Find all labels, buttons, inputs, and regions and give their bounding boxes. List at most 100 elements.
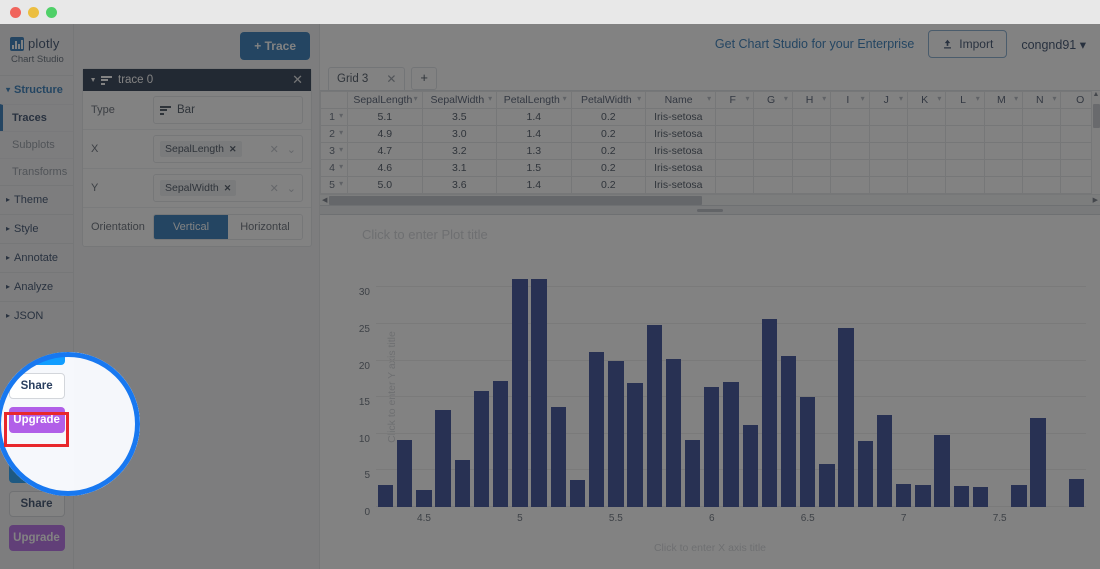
y-chip[interactable]: SepalWidth ✕ bbox=[160, 180, 237, 196]
cell-j[interactable] bbox=[868, 108, 908, 126]
cell-k[interactable] bbox=[906, 125, 947, 143]
cell-petallength[interactable]: 1.5 bbox=[496, 159, 572, 177]
cell-g[interactable] bbox=[753, 142, 793, 160]
orientation-option-horizontal[interactable]: Horizontal bbox=[228, 215, 302, 239]
chart-bar[interactable] bbox=[934, 435, 950, 507]
caret-down-icon[interactable]: ▾ bbox=[414, 94, 418, 103]
chevron-down-icon[interactable]: ▸ bbox=[89, 78, 98, 82]
col-header-j[interactable]: J ▾ bbox=[868, 91, 908, 109]
sidebar-item-transforms[interactable]: Transforms bbox=[0, 158, 73, 185]
cell-sepallength[interactable]: 5.0 bbox=[347, 176, 423, 194]
chart-bar[interactable] bbox=[972, 486, 989, 507]
grid-horizontal-scrollbar[interactable]: ◀ ▶ bbox=[320, 194, 1100, 205]
col-header-g[interactable]: G ▾ bbox=[753, 91, 793, 109]
chevron-down-icon[interactable]: ⌄ bbox=[287, 143, 296, 156]
cell-k[interactable] bbox=[906, 108, 947, 126]
cell-l[interactable] bbox=[945, 142, 985, 160]
cell-i[interactable] bbox=[830, 108, 870, 126]
chart-bar[interactable] bbox=[780, 356, 797, 507]
caret-down-icon[interactable]: ▾ bbox=[339, 179, 343, 188]
close-icon[interactable]: ✕ bbox=[386, 72, 396, 86]
scroll-left-icon[interactable]: ◀ bbox=[320, 196, 329, 204]
cell-f[interactable] bbox=[715, 159, 755, 177]
chart-bar[interactable] bbox=[1030, 417, 1046, 507]
caret-down-icon[interactable]: ▾ bbox=[861, 94, 865, 103]
row-index[interactable]: 4 ▾ bbox=[319, 159, 349, 177]
chart-bar[interactable] bbox=[435, 410, 451, 507]
chart-bar[interactable] bbox=[896, 483, 912, 507]
sidebar-item-annotate[interactable]: ▸ Annotate bbox=[0, 244, 73, 272]
cell-sepalwidth[interactable]: 3.5 bbox=[421, 108, 498, 126]
row-index[interactable]: 1 ▾ bbox=[319, 108, 349, 126]
chart-bar[interactable] bbox=[819, 463, 835, 507]
cell-n[interactable] bbox=[1022, 125, 1062, 143]
add-trace-button[interactable]: + Trace bbox=[240, 32, 310, 60]
col-header-k[interactable]: K ▾ bbox=[906, 91, 947, 109]
col-header-l[interactable]: L ▾ bbox=[945, 91, 985, 109]
cell-k[interactable] bbox=[906, 176, 947, 194]
cell-petallength[interactable]: 1.3 bbox=[496, 142, 572, 160]
cell-h[interactable] bbox=[791, 176, 832, 194]
chart-bar[interactable] bbox=[627, 383, 643, 507]
type-select[interactable]: Bar bbox=[153, 96, 303, 124]
chart-bar[interactable] bbox=[531, 278, 547, 507]
cell-sepallength[interactable]: 4.6 bbox=[347, 159, 423, 177]
cell-k[interactable] bbox=[906, 142, 947, 160]
caret-down-icon[interactable]: ▾ bbox=[563, 94, 567, 103]
caret-down-icon[interactable]: ▾ bbox=[488, 94, 492, 103]
chart-bar[interactable] bbox=[377, 485, 394, 507]
chart-bar[interactable] bbox=[800, 397, 816, 507]
row-index[interactable]: 2 ▾ bbox=[319, 125, 349, 143]
chart-bar[interactable] bbox=[1068, 479, 1085, 507]
sidebar-item-traces[interactable]: Traces bbox=[0, 104, 73, 131]
chart-bar[interactable] bbox=[473, 390, 490, 507]
col-header-h[interactable]: H ▾ bbox=[791, 91, 832, 109]
col-header-name[interactable]: Name ▾ bbox=[645, 91, 717, 109]
sidebar-item-analyze[interactable]: ▸ Analyze bbox=[0, 273, 73, 301]
cell-l[interactable] bbox=[945, 176, 985, 194]
x-chip[interactable]: SepalLength ✕ bbox=[160, 141, 242, 157]
cell-petalwidth[interactable]: 0.2 bbox=[570, 125, 647, 143]
chart-bar[interactable] bbox=[742, 424, 758, 507]
chart-bar[interactable] bbox=[512, 279, 528, 507]
cell-n[interactable] bbox=[1022, 176, 1062, 194]
cell-m[interactable] bbox=[983, 125, 1024, 143]
col-header-i[interactable]: I ▾ bbox=[830, 91, 870, 109]
caret-down-icon[interactable]: ▾ bbox=[339, 128, 343, 137]
close-icon[interactable]: ✕ bbox=[224, 183, 232, 194]
clear-icon[interactable]: ✕ bbox=[270, 143, 279, 156]
cell-petalwidth[interactable]: 0.2 bbox=[570, 108, 647, 126]
cell-n[interactable] bbox=[1022, 142, 1062, 160]
caret-down-icon[interactable]: ▾ bbox=[339, 111, 343, 120]
chart-bar[interactable] bbox=[761, 318, 778, 507]
scroll-right-icon[interactable]: ▶ bbox=[1091, 196, 1100, 204]
cell-f[interactable] bbox=[715, 125, 755, 143]
chart-bar[interactable] bbox=[857, 441, 873, 507]
cell-i[interactable] bbox=[830, 176, 870, 194]
chart-bar[interactable] bbox=[569, 479, 586, 507]
cell-m[interactable] bbox=[983, 108, 1024, 126]
caret-down-icon[interactable]: ▾ bbox=[339, 162, 343, 171]
table-row[interactable]: 4 ▾ 4.6 3.1 1.5 0.2 Iris-setosa bbox=[319, 159, 1100, 177]
chart-bar[interactable] bbox=[838, 328, 854, 507]
cell-sepalwidth[interactable]: 3.6 bbox=[421, 176, 498, 194]
caret-down-icon[interactable]: ▾ bbox=[637, 94, 641, 103]
plot-title-placeholder[interactable]: Click to enter Plot title bbox=[362, 227, 488, 242]
table-row[interactable]: 2 ▾ 4.9 3.0 1.4 0.2 Iris-setosa bbox=[319, 125, 1100, 143]
cell-f[interactable] bbox=[715, 176, 755, 194]
window-minimize-button[interactable] bbox=[28, 6, 39, 18]
splitter-grip[interactable] bbox=[697, 208, 723, 212]
cell-h[interactable] bbox=[791, 125, 832, 143]
close-icon[interactable]: ✕ bbox=[292, 72, 303, 88]
caret-down-icon[interactable]: ▾ bbox=[1014, 94, 1018, 103]
scroll-thumb[interactable] bbox=[1093, 104, 1100, 128]
chart-bar[interactable] bbox=[1011, 485, 1027, 507]
x-axis-title-placeholder[interactable]: Click to enter X axis title bbox=[320, 542, 1100, 554]
chart-bar[interactable] bbox=[876, 415, 893, 507]
chart-bar[interactable] bbox=[550, 406, 566, 507]
upgrade-button[interactable]: Upgrade bbox=[8, 525, 65, 551]
scroll-track[interactable] bbox=[329, 195, 1090, 205]
sidebar-item-style[interactable]: ▸ Style bbox=[0, 215, 73, 243]
user-menu[interactable]: congnd91 ▾ bbox=[1021, 37, 1086, 52]
sidebar-item-theme[interactable]: ▸ Theme bbox=[0, 186, 73, 214]
